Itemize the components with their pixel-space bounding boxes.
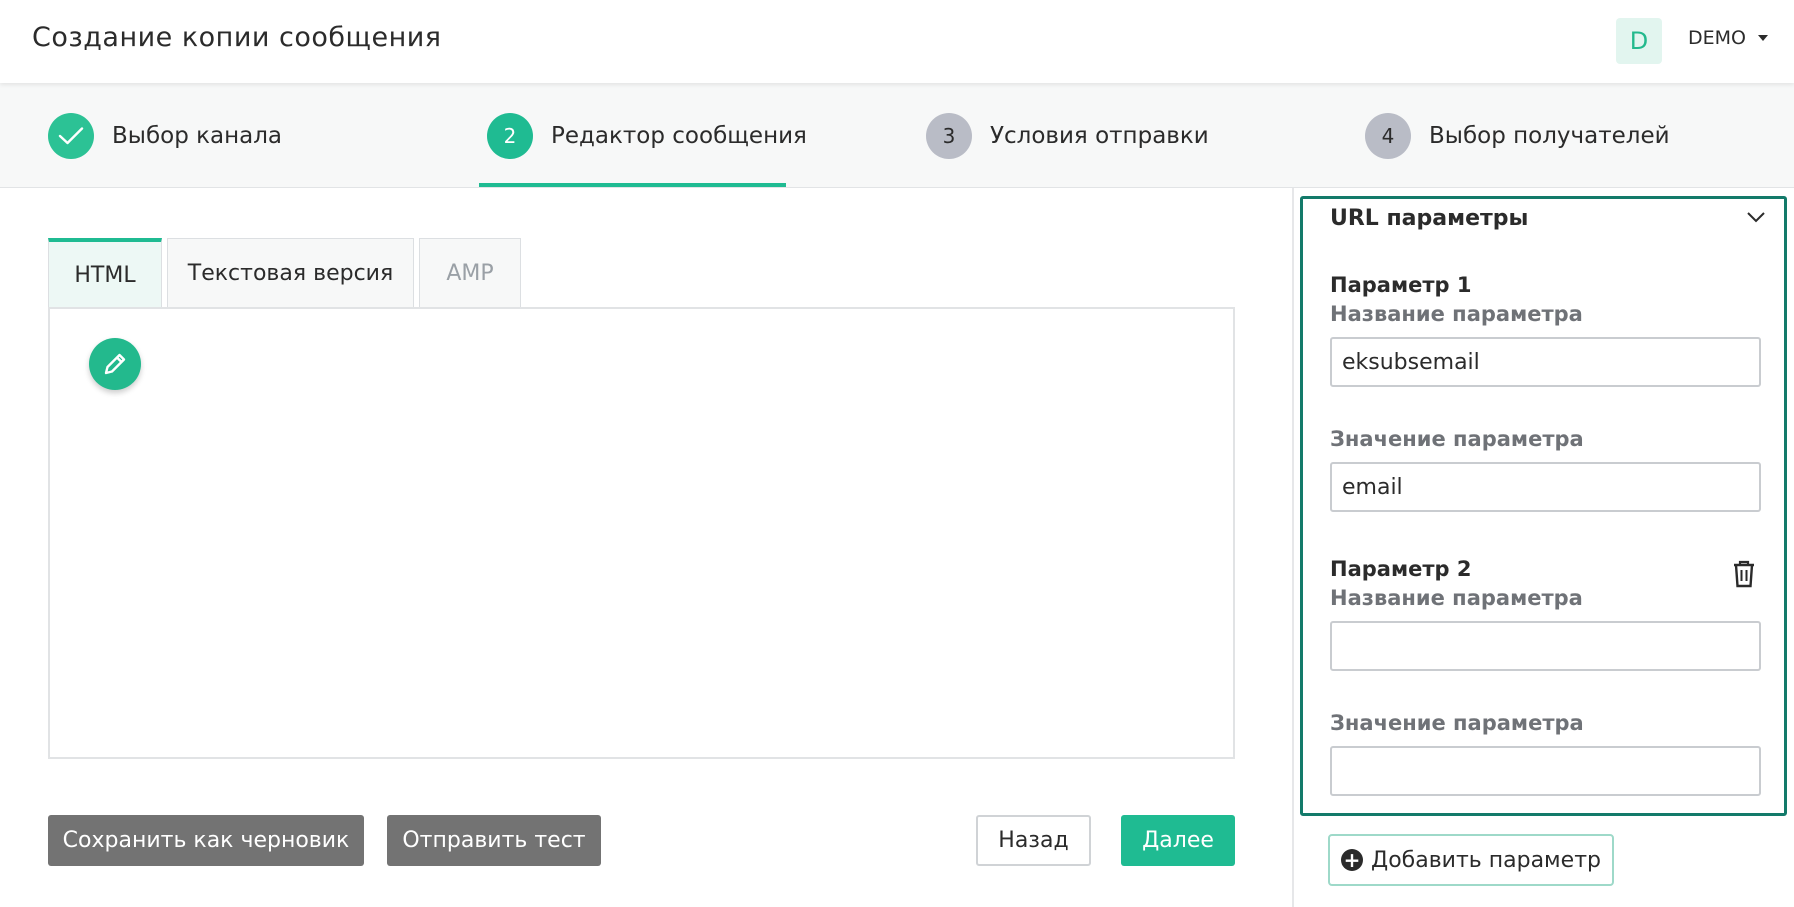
param-1-value-label: Значение параметра: [1330, 427, 1584, 451]
tab-text-version[interactable]: Текстовая версия: [167, 238, 414, 308]
step-number: 2: [487, 112, 533, 159]
caret-down-icon: [1757, 35, 1768, 41]
param-2-name-input[interactable]: [1330, 621, 1761, 671]
step-recipients[interactable]: 4 Выбор получателей: [1365, 83, 1670, 188]
back-button[interactable]: Назад: [976, 815, 1091, 866]
avatar[interactable]: D: [1616, 18, 1662, 64]
wizard-stepper: Выбор канала 2 Редактор сообщения 3 Усло…: [0, 83, 1794, 188]
step-number: 3: [926, 112, 972, 159]
step-channel-selection[interactable]: Выбор канала: [48, 83, 282, 188]
next-button[interactable]: Далее: [1121, 815, 1235, 866]
param-1-name-input[interactable]: [1330, 337, 1761, 387]
user-name: DEMO: [1688, 27, 1746, 49]
editor-area[interactable]: [48, 307, 1235, 759]
add-param-label: Добавить параметр: [1371, 847, 1601, 873]
param-2-name-label: Название параметра: [1330, 586, 1583, 610]
save-draft-button[interactable]: Сохранить как черновик: [48, 815, 364, 866]
step-send-conditions[interactable]: 3 Условия отправки: [926, 83, 1209, 188]
url-params-panel: URL параметры Параметр 1 Название параме…: [1300, 196, 1787, 816]
tab-amp[interactable]: AMP: [419, 238, 521, 308]
check-icon: [48, 112, 94, 159]
param-2-heading: Параметр 2: [1330, 557, 1472, 581]
step-message-editor[interactable]: 2 Редактор сообщения: [487, 83, 807, 188]
param-1-value-input[interactable]: [1330, 462, 1761, 512]
param-1-heading: Параметр 1: [1330, 273, 1472, 297]
page-title: Создание копии сообщения: [32, 22, 442, 53]
user-menu[interactable]: DEMO: [1688, 27, 1768, 49]
pencil-icon: [104, 353, 126, 375]
param-2-value-label: Значение параметра: [1330, 711, 1584, 735]
step-label: Условия отправки: [990, 122, 1209, 149]
step-label: Выбор получателей: [1429, 122, 1670, 149]
panel-title: URL параметры: [1330, 206, 1529, 231]
trash-icon[interactable]: [1732, 560, 1756, 588]
top-header: Создание копии сообщения D DEMO: [0, 0, 1794, 83]
active-step-indicator: [479, 183, 786, 187]
step-label: Выбор канала: [112, 122, 283, 149]
send-test-button[interactable]: Отправить тест: [387, 815, 601, 866]
chevron-down-icon[interactable]: [1746, 211, 1766, 223]
param-2-value-input[interactable]: [1330, 746, 1761, 796]
plus-circle-icon: +: [1341, 849, 1364, 871]
panel-divider: [1292, 188, 1294, 907]
tab-html[interactable]: HTML: [48, 238, 162, 308]
step-label: Редактор сообщения: [551, 122, 807, 149]
step-number: 4: [1365, 112, 1411, 159]
editor-tabs: HTML Текстовая версия AMP: [48, 238, 526, 308]
param-1-name-label: Название параметра: [1330, 302, 1583, 326]
edit-button[interactable]: [89, 338, 141, 390]
add-param-button[interactable]: + Добавить параметр: [1328, 834, 1614, 886]
